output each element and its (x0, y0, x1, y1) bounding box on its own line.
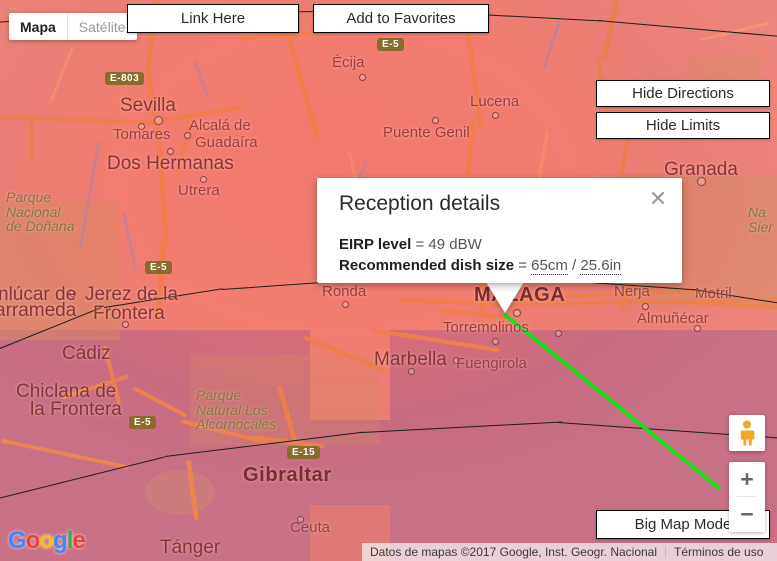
zoom-control[interactable]: + − (729, 462, 765, 532)
logo-letter: o (39, 527, 54, 554)
pegman-icon (740, 420, 755, 446)
road-shield: E-15 (287, 446, 321, 459)
link-here-button[interactable]: Link Here (127, 4, 299, 33)
hide-directions-button[interactable]: Hide Directions (596, 80, 770, 107)
hide-limits-button[interactable]: Hide Limits (596, 112, 770, 139)
map-label-city: Almuñécar (637, 310, 709, 327)
road-shield: E-5 (377, 38, 405, 51)
map-label-city: Tomares (113, 126, 171, 143)
map-label-park: Parque Nacional de Doñana (6, 189, 75, 235)
dish-size-row: Recommended dish size = 65cm / 25.6in (339, 255, 622, 276)
close-icon[interactable]: ✕ (646, 188, 670, 212)
eirp-level-row: EIRP level = 49 dBW (339, 234, 621, 255)
dish-size-eq: = (514, 257, 532, 275)
park-area-patch-1 (145, 470, 215, 515)
map-label-city: la Frontera (30, 399, 122, 420)
map-type-control[interactable]: Mapa Satélite (9, 13, 137, 40)
map-label-city: Dos Hermanas (107, 153, 234, 174)
map-label-park: Na Sier (748, 204, 773, 235)
map-label-park: Parque Natural Los Alcornocales (196, 387, 277, 433)
map-label-city: Lucena (470, 93, 520, 110)
eirp-level-eq: = (411, 236, 429, 253)
map-label-city: Tánger (160, 537, 221, 558)
map-label-city: Ronda (322, 283, 367, 300)
map-label-city: arrameda (0, 300, 77, 321)
city-dot (642, 303, 649, 310)
logo-letter: e (72, 527, 85, 554)
map-label-city: Cádiz (62, 343, 111, 364)
city-dot (359, 74, 366, 81)
eirp-level-value: 49 dBW (428, 236, 482, 253)
map-label-city: Motril (695, 285, 732, 302)
city-dot (342, 301, 349, 308)
map-label-city: Sevilla (120, 95, 176, 116)
info-window-tail (486, 282, 524, 313)
info-window: Reception details ✕ EIRP level = 49 dBW … (317, 178, 682, 283)
map-label-city: Nerja (614, 283, 650, 300)
dish-size-label: Recommended dish size (339, 257, 515, 275)
map-label-city: Fuengirola (456, 355, 527, 372)
zoom-in-button[interactable]: + (729, 462, 765, 496)
city-dot (492, 112, 499, 119)
map-label-city: Gibraltar (243, 464, 332, 486)
google-logo: Google (8, 527, 86, 555)
attribution-data-text: Datos de mapas ©2017 Google, Inst. Geogr… (370, 545, 658, 559)
map-label-city: Torremolinos (443, 319, 529, 336)
map-type-mapa-button[interactable]: Mapa (9, 13, 67, 40)
add-to-favorites-button[interactable]: Add to Favorites (313, 4, 489, 33)
map-label-city: Frontera (93, 303, 165, 324)
city-dot (555, 330, 562, 337)
dish-size-value-cm: 65cm (531, 257, 568, 276)
logo-letter: o (25, 527, 41, 554)
map-label-city: Écija (332, 54, 365, 71)
logo-letter: g (53, 527, 68, 554)
map-label-city: Puente Genil (383, 124, 470, 141)
minus-icon: − (740, 501, 754, 527)
logo-letter: G (8, 527, 27, 554)
map-label-city: Alcalá de (189, 117, 251, 134)
eirp-level-label: EIRP level (339, 236, 412, 253)
road-shield: E-5 (129, 416, 157, 429)
zoom-out-button[interactable]: − (729, 497, 765, 531)
map-attribution-bar: Datos de mapas ©2017 Google, Inst. Geogr… (362, 543, 777, 561)
street-view-pegman-button[interactable] (729, 415, 765, 451)
road-shield: E-5 (145, 261, 173, 274)
map-label-city: Ceuta (290, 519, 331, 536)
city-dot (492, 338, 499, 345)
dish-size-value-in: 25.6in (580, 257, 622, 276)
city-dot (432, 117, 439, 124)
road-shield: E-803 (105, 72, 145, 85)
plus-icon: + (740, 466, 754, 492)
road-segment (30, 120, 34, 162)
map-label-city: Guadaíra (195, 134, 258, 151)
info-window-body: EIRP level = 49 dBW Recommended dish siz… (339, 234, 622, 277)
map-label-city: Utrera (178, 182, 220, 199)
info-window-title: Reception details (339, 192, 501, 215)
city-dot (154, 116, 163, 125)
map-application: Sevilla Tomares Alcalá de Guadaíra Dos Herma… (0, 0, 777, 561)
terms-of-use-link[interactable]: Términos de uso (666, 545, 771, 559)
map-label-city: Marbella (374, 349, 447, 370)
dish-size-value-separator: / (567, 257, 581, 275)
